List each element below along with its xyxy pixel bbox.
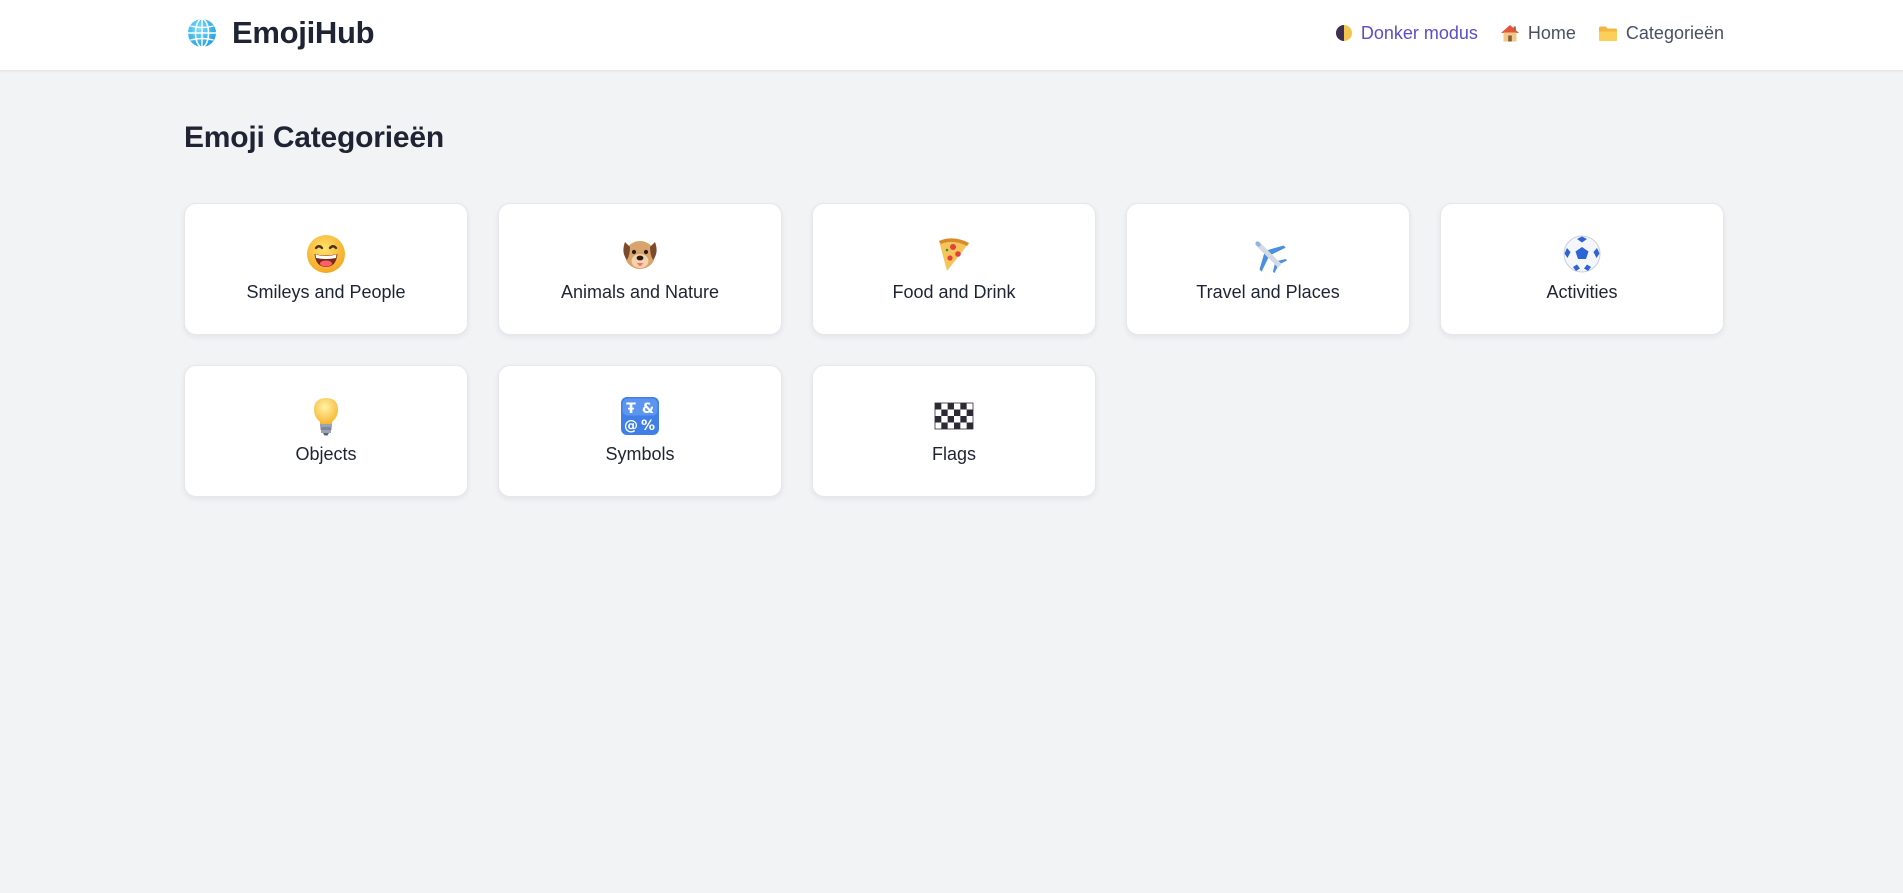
svg-text:&: & xyxy=(642,401,654,417)
nav-home-link[interactable]: Home xyxy=(1500,23,1576,44)
category-card-flags[interactable]: Flags xyxy=(812,365,1096,497)
top-navigation-bar: EmojiHub Donker modus Home Categorieën xyxy=(0,0,1903,71)
category-card-smileys-and-people[interactable]: Smileys and People xyxy=(184,203,468,335)
nav-home-label: Home xyxy=(1527,22,1576,43)
dark-mode-toggle[interactable]: Donker modus xyxy=(1335,23,1478,44)
half-moon-icon xyxy=(1335,25,1352,41)
light-bulb-icon xyxy=(314,398,338,436)
brand-name: EmojiHub xyxy=(232,15,375,50)
svg-text:@: @ xyxy=(624,418,638,434)
category-card-symbols[interactable]: Ŧ & @ % Symbols xyxy=(498,365,782,497)
category-grid: Smileys and People Animals and Nature Fo… xyxy=(184,203,1724,497)
svg-text:%: % xyxy=(641,418,655,434)
main-nav: Donker modus Home Categorieën xyxy=(1335,20,1724,46)
category-card-animals-and-nature[interactable]: Animals and Nature xyxy=(498,203,782,335)
house-icon xyxy=(1500,25,1519,42)
dog-face-icon xyxy=(623,241,657,269)
category-label: Smileys and People xyxy=(246,282,406,302)
checkered-flag-icon xyxy=(934,402,974,430)
category-card-objects[interactable]: Objects xyxy=(184,365,468,497)
page-title: Emoji Categorieën xyxy=(184,121,444,154)
input-symbols-icon: Ŧ & @ % xyxy=(621,397,659,435)
category-label: Travel and Places xyxy=(1196,282,1340,302)
folder-icon xyxy=(1598,26,1617,41)
soccer-ball-icon xyxy=(1563,235,1601,273)
dark-mode-label: Donker modus xyxy=(1360,22,1478,43)
pizza-icon xyxy=(939,238,969,271)
brand-home-link[interactable]: EmojiHub xyxy=(186,14,375,52)
airplane-icon xyxy=(1255,241,1288,274)
nav-categories-link[interactable]: Categorieën xyxy=(1598,23,1724,44)
nav-categories-label: Categorieën xyxy=(1625,22,1724,43)
category-label: Symbols xyxy=(605,444,675,464)
category-label: Objects xyxy=(295,444,357,464)
category-card-food-and-drink[interactable]: Food and Drink xyxy=(812,203,1096,335)
globe-icon xyxy=(188,18,216,48)
category-label: Animals and Nature xyxy=(560,282,720,302)
category-label: Activities xyxy=(1546,282,1618,302)
category-label: Flags xyxy=(931,444,976,464)
grinning-face-icon xyxy=(307,235,345,273)
category-card-travel-and-places[interactable]: Travel and Places xyxy=(1126,203,1410,335)
category-card-activities[interactable]: Activities xyxy=(1440,203,1724,335)
svg-text:Ŧ: Ŧ xyxy=(626,401,636,417)
category-label: Food and Drink xyxy=(892,282,1016,302)
